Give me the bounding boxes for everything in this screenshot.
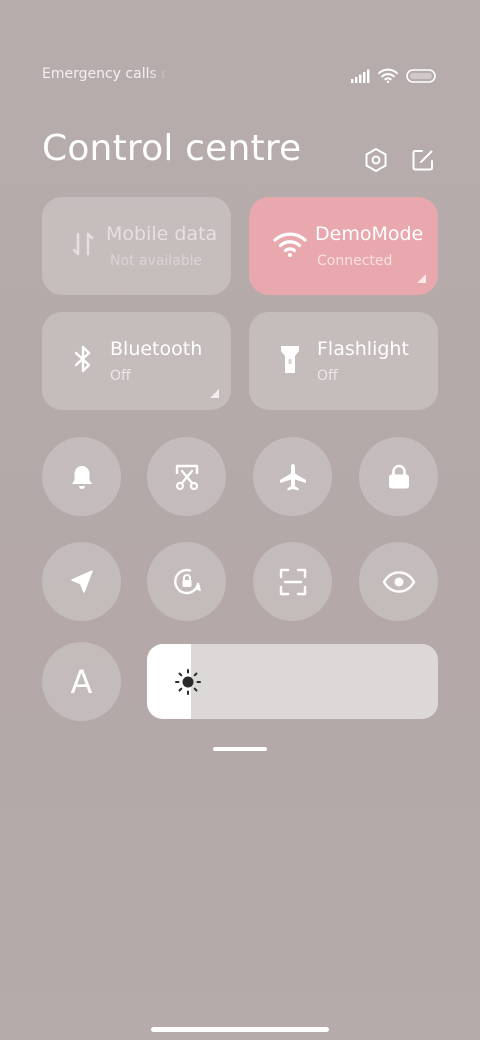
tile-label: Bluetooth	[110, 338, 203, 360]
tile-mobile-data[interactable]: Mobile data Not available	[42, 197, 231, 295]
toggle-airplane[interactable]	[253, 437, 332, 516]
status-icons	[350, 68, 436, 83]
tile-status: Not available	[110, 253, 203, 269]
carrier-text: Emergency calls o	[42, 66, 168, 82]
wifi-icon	[273, 227, 307, 261]
tile-status: Off	[317, 368, 338, 384]
page-title: Control centre	[42, 128, 302, 169]
toggle-location[interactable]	[42, 542, 121, 621]
signal-icon	[351, 69, 370, 83]
settings-button[interactable]	[362, 146, 390, 174]
tile-label: Flashlight	[317, 338, 409, 360]
tile-status: Connected	[317, 253, 393, 269]
wifi-icon	[378, 68, 398, 83]
brightness-icon	[175, 669, 201, 695]
tile-label: DemoMode	[315, 223, 424, 245]
tile-flashlight[interactable]: Flashlight Off	[249, 312, 438, 410]
expand-corner-icon[interactable]	[417, 274, 426, 283]
tile-wifi[interactable]: DemoMode Connected	[249, 197, 438, 295]
tile-bluetooth[interactable]: Bluetooth Off	[42, 312, 231, 410]
toggle-scanner[interactable]	[253, 542, 332, 621]
edit-icon	[412, 150, 433, 171]
toggle-reading-mode[interactable]	[359, 542, 438, 621]
toggle-mute[interactable]	[42, 437, 121, 516]
settings-icon	[365, 148, 387, 172]
expand-corner-icon[interactable]	[210, 389, 219, 398]
edit-button[interactable]	[409, 146, 437, 174]
toggle-lock-screen[interactable]	[359, 437, 438, 516]
home-indicator[interactable]	[151, 1027, 329, 1032]
battery-icon	[406, 68, 436, 83]
tile-status: Off	[110, 368, 131, 384]
toggle-rotation-lock[interactable]	[147, 542, 226, 621]
eye-icon	[382, 570, 415, 593]
mobile-data-icon	[66, 227, 100, 261]
location-icon	[70, 569, 93, 593]
status-bar: Emergency calls o	[42, 66, 436, 86]
auto-brightness-glyph: A	[70, 662, 93, 701]
airplane-icon	[279, 463, 306, 490]
tile-label: Mobile data	[106, 223, 218, 245]
panel-handle[interactable]	[213, 747, 267, 751]
rotation-lock-icon	[173, 568, 201, 594]
lock-icon	[388, 464, 409, 488]
bluetooth-icon	[66, 342, 100, 376]
toggle-screenshot[interactable]	[147, 437, 226, 516]
screenshot-icon	[175, 464, 198, 490]
toggle-auto-brightness[interactable]: A	[42, 642, 121, 721]
scan-icon	[279, 568, 306, 595]
brightness-slider[interactable]	[147, 644, 438, 719]
flashlight-icon	[273, 342, 307, 376]
bell-icon	[71, 465, 92, 489]
